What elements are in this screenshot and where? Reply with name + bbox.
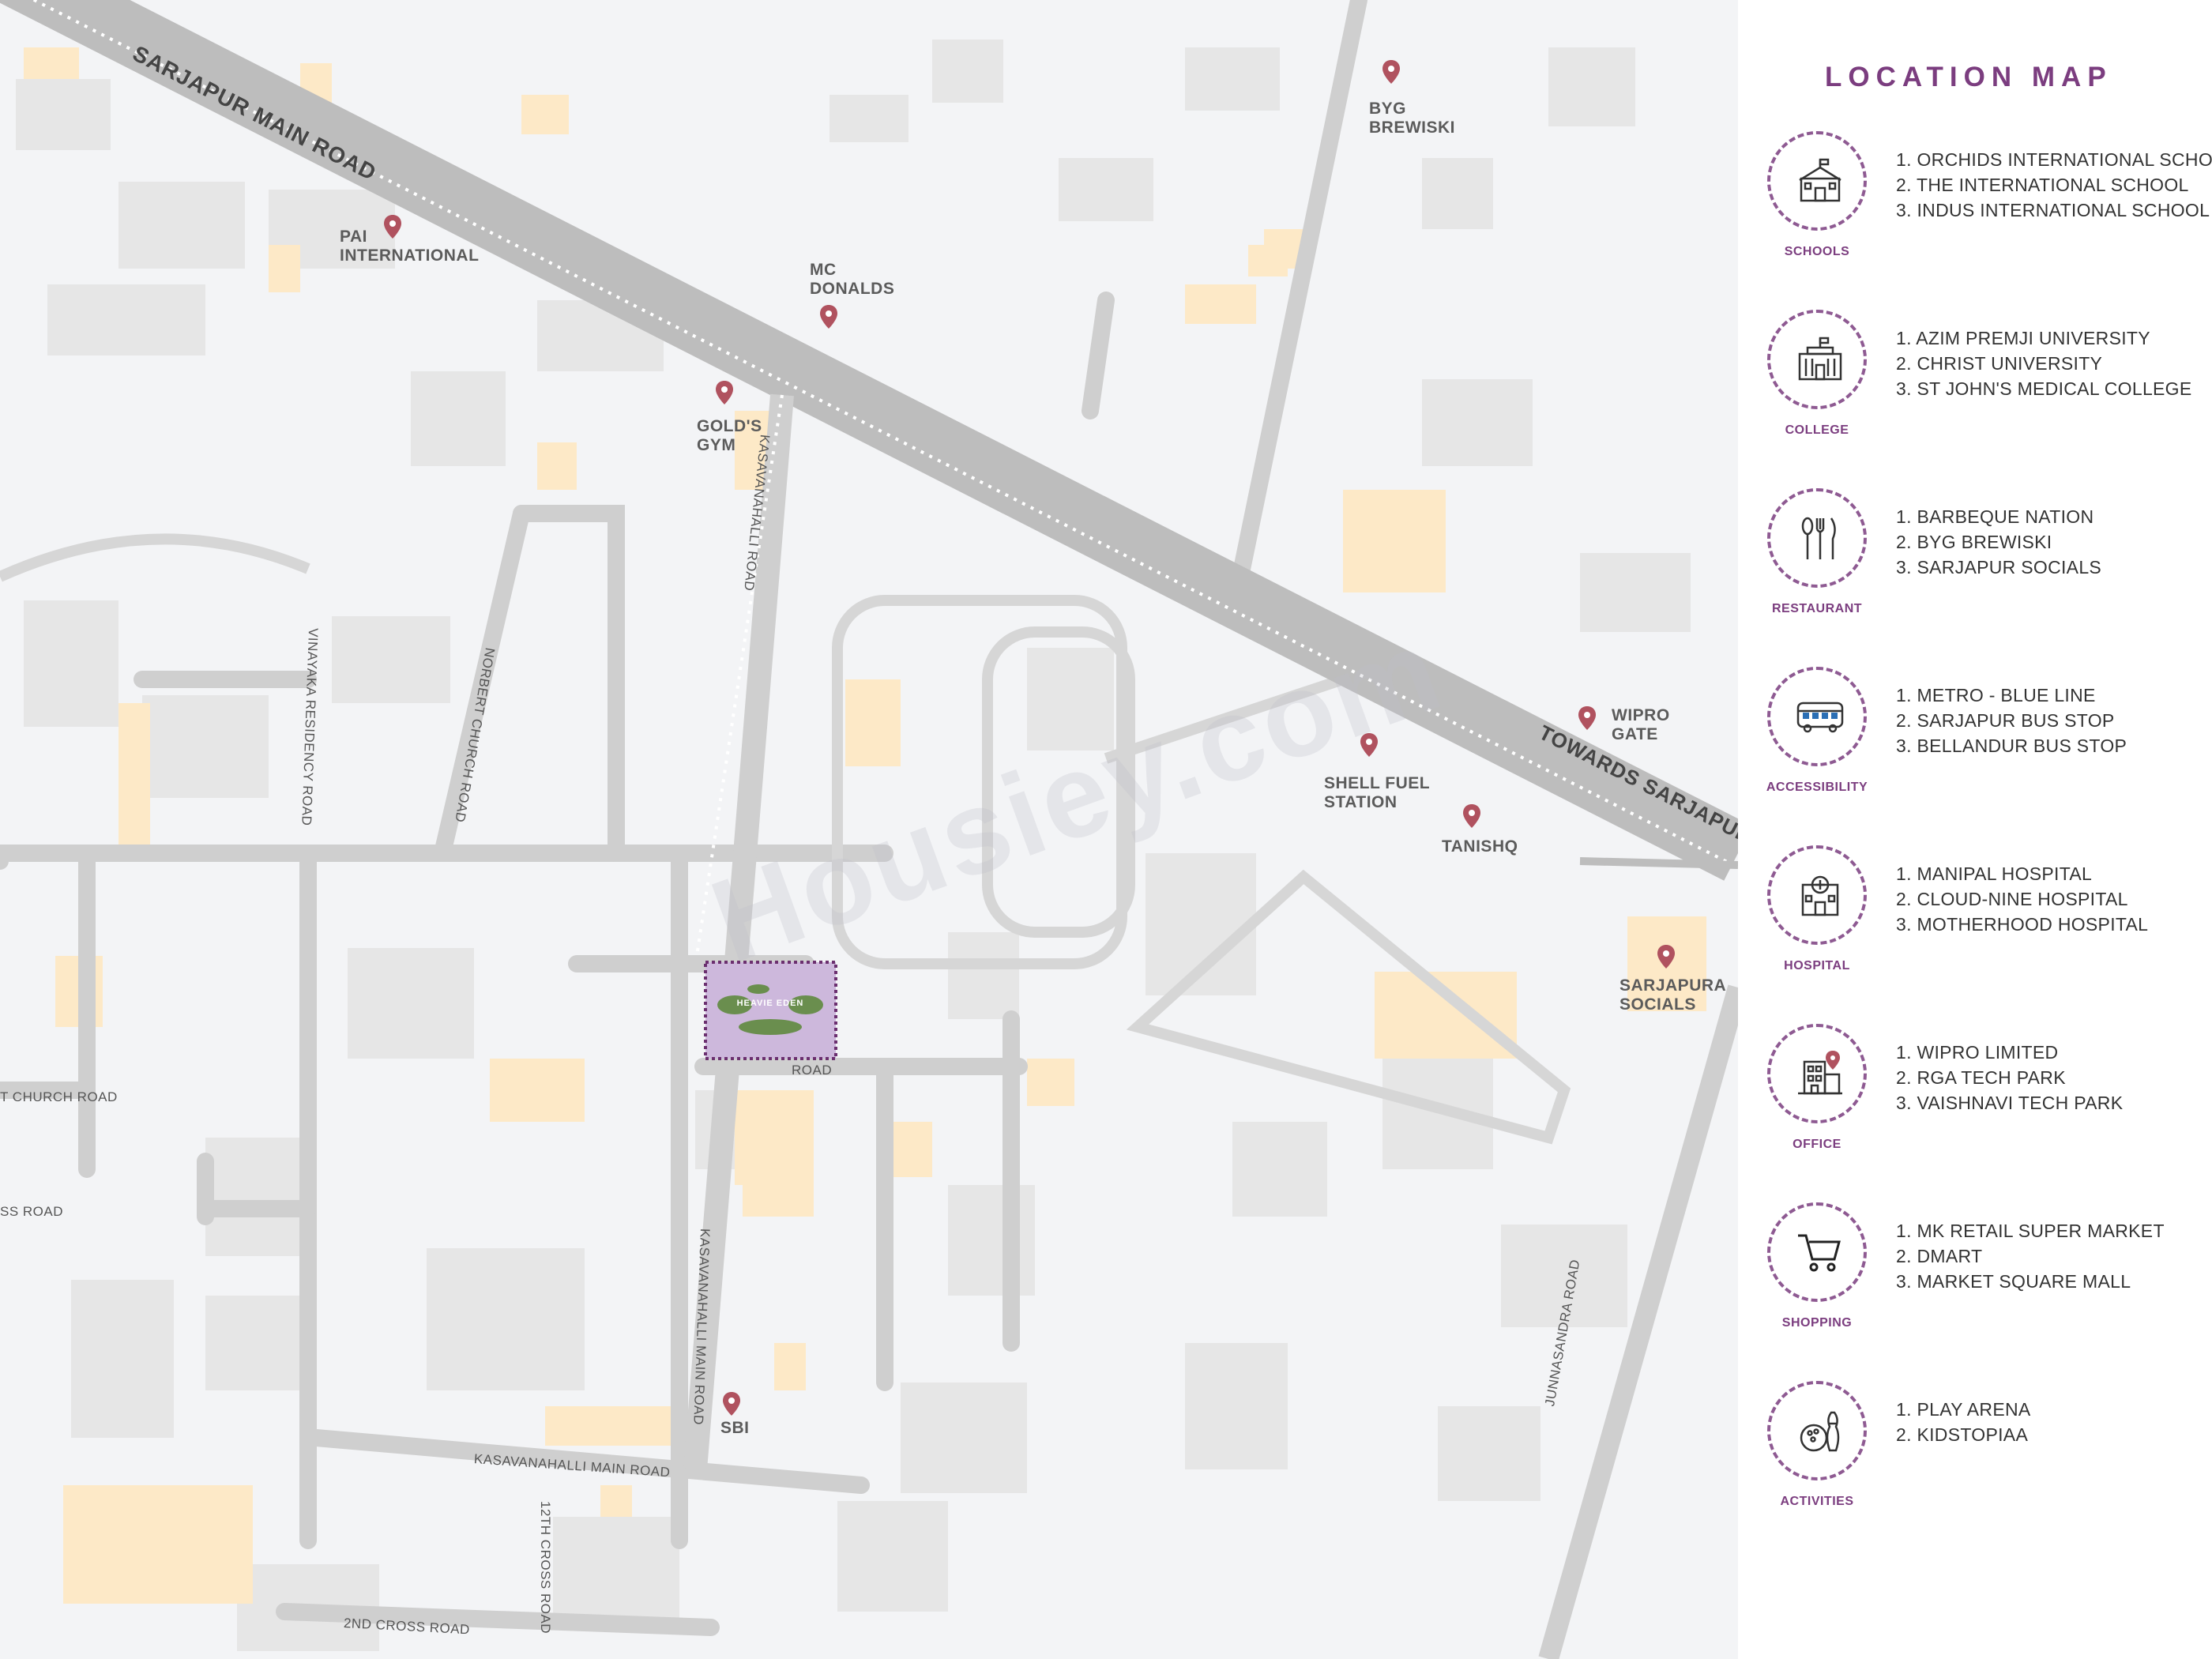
pin-icon[interactable] <box>1578 706 1596 730</box>
cutlery-icon <box>1801 517 1836 559</box>
list-item: 2. KIDSTOPIAA <box>1896 1424 2029 1445</box>
office-icon <box>1798 1051 1842 1095</box>
category-items: 1. PLAY ARENA 2. KIDSTOPIAA <box>1896 1397 2031 1447</box>
landmark-tanishq: TANISHQ <box>1442 837 1518 856</box>
pin-icon[interactable] <box>1360 733 1378 757</box>
list-item: 3. VAISHNAVI TECH PARK <box>1896 1093 2124 1113</box>
list-item: 3. SARJAPUR SOCIALS <box>1896 557 2102 577</box>
list-item: 2. DMART <box>1896 1246 1983 1266</box>
category-schools: SCHOOLS 1. ORCHIDS INTERNATIONAL SCHOOL … <box>1738 131 2212 289</box>
hospital-icon <box>1801 875 1839 916</box>
list-item: 1. ORCHIDS INTERNATIONAL SCHOOL <box>1896 149 2212 170</box>
category-label: OFFICE <box>1793 1138 1841 1151</box>
category-icon-circle <box>1767 310 1867 409</box>
category-items: 1. WIPRO LIMITED 2. RGA TECH PARK 3. VAI… <box>1896 1040 2123 1115</box>
list-item: 2. RGA TECH PARK <box>1896 1067 2066 1088</box>
list-item: 1. PLAY ARENA <box>1896 1399 2031 1420</box>
list-item: 2. CLOUD-NINE HOSPITAL <box>1896 889 2128 909</box>
pin-icon[interactable] <box>1657 945 1675 969</box>
landmark-sbi: SBI <box>720 1419 750 1437</box>
category-office: OFFICE 1. WIPRO LIMITED 2. RGA TECH PARK… <box>1738 1024 2212 1182</box>
category-college: COLLEGE 1. AZIM PREMJI UNIVERSITY 2. CHR… <box>1738 310 2212 468</box>
landmark-byg-brewiski: BYG BREWISKI <box>1369 100 1455 137</box>
list-item: 3. ST JOHN'S MEDICAL COLLEGE <box>1896 378 2192 399</box>
road-label-church: T CHURCH ROAD <box>0 1089 118 1104</box>
list-item: 3. MOTHERHOOD HOSPITAL <box>1896 914 2149 935</box>
category-icon-circle <box>1767 131 1867 231</box>
category-hospital: HOSPITAL 1. MANIPAL HOSPITAL 2. CLOUD-NI… <box>1738 845 2212 1003</box>
landmark-mc-donalds: MC DONALDS <box>810 261 895 298</box>
category-icon-circle <box>1767 1381 1867 1480</box>
category-label: SCHOOLS <box>1784 245 1850 258</box>
list-item: 2. SARJAPUR BUS STOP <box>1896 710 2115 731</box>
category-icon-circle <box>1767 667 1867 766</box>
list-item: 1. WIPRO LIMITED <box>1896 1042 2059 1063</box>
category-label: ACTIVITIES <box>1780 1495 1854 1508</box>
list-item: 2. THE INTERNATIONAL SCHOOL <box>1896 175 2189 195</box>
category-items: 1. AZIM PREMJI UNIVERSITY 2. CHRIST UNIV… <box>1896 325 2192 401</box>
list-item: 1. BARBEQUE NATION <box>1896 506 2094 527</box>
category-activities: ACTIVITIES 1. PLAY ARENA 2. KIDSTOPIAA <box>1738 1381 2212 1539</box>
category-items: 1. METRO - BLUE LINE 2. SARJAPUR BUS STO… <box>1896 683 2127 758</box>
category-icon-circle <box>1767 845 1867 945</box>
category-accessibility: ACCESSIBILITY 1. METRO - BLUE LINE 2. SA… <box>1738 667 2212 825</box>
list-item: 1. MANIPAL HOSPITAL <box>1896 863 2093 884</box>
landmark-sarjapura-socials: SARJAPURA SOCIALS <box>1620 976 1727 1014</box>
bus-icon <box>1796 702 1844 733</box>
list-item: 2. CHRIST UNIVERSITY <box>1896 353 2103 374</box>
list-item: 1. METRO - BLUE LINE <box>1896 685 2096 705</box>
project-label: HEAVIE EDEN <box>736 999 804 1008</box>
pin-icon[interactable] <box>1463 804 1480 828</box>
category-items: 1. MK RETAIL SUPER MARKET 2. DMART 3. MA… <box>1896 1218 2165 1294</box>
pin-icon[interactable] <box>1382 60 1400 84</box>
cart-icon <box>1798 1234 1841 1272</box>
category-restaurant: RESTAURANT 1. BARBEQUE NATION 2. BYG BRE… <box>1738 488 2212 646</box>
road-label-cross: SS ROAD <box>0 1204 64 1219</box>
category-items: 1. MANIPAL HOSPITAL 2. CLOUD-NINE HOSPIT… <box>1896 861 2148 937</box>
landmark-golds-gym: GOLD'S GYM <box>697 417 762 454</box>
category-items: 1. BARBEQUE NATION 2. BYG BREWISKI 3. SA… <box>1896 504 2101 580</box>
list-item: 3. BELLANDUR BUS STOP <box>1896 735 2127 756</box>
list-item: 1. AZIM PREMJI UNIVERSITY <box>1896 328 2150 348</box>
list-item: 2. BYG BREWISKI <box>1896 532 2052 552</box>
category-icon-circle <box>1767 488 1867 588</box>
category-icon-circle <box>1767 1202 1867 1302</box>
pin-icon[interactable] <box>723 1392 740 1416</box>
road-label-road: ROAD <box>792 1063 833 1078</box>
category-label: COLLEGE <box>1785 423 1849 437</box>
category-label: HOSPITAL <box>1784 959 1850 972</box>
list-item: 3. INDUS INTERNATIONAL SCHOOL <box>1896 200 2210 220</box>
landmark-wipro-gate: WIPRO GATE <box>1612 706 1670 743</box>
list-item: 1. MK RETAIL SUPER MARKET <box>1896 1221 2165 1241</box>
bowling-icon <box>1800 1411 1840 1452</box>
road-label-12th-cross: 12TH CROSS ROAD <box>538 1501 553 1635</box>
college-icon <box>1798 337 1842 381</box>
category-label: ACCESSIBILITY <box>1766 781 1868 794</box>
list-item: 3. MARKET SQUARE MALL <box>1896 1271 2131 1292</box>
school-icon <box>1799 158 1841 202</box>
location-map[interactable]: Housiey.com SARJAPUR MAIN ROAD TOWARDS S… <box>0 0 1738 1659</box>
category-label: SHOPPING <box>1781 1316 1853 1330</box>
category-shopping: SHOPPING 1. MK RETAIL SUPER MARKET 2. DM… <box>1738 1202 2212 1360</box>
category-label: RESTAURANT <box>1771 602 1863 615</box>
legend-panel: LOCATION MAP SCHOOLS 1. ORCHIDS INTERNAT… <box>1738 0 2212 1659</box>
category-icon-circle <box>1767 1024 1867 1123</box>
category-items: 1. ORCHIDS INTERNATIONAL SCHOOL 2. THE I… <box>1896 147 2212 223</box>
landmark-shell-fuel-station: SHELL FUEL STATION <box>1324 774 1431 811</box>
pin-icon[interactable] <box>820 305 837 329</box>
legend-title: LOCATION MAP <box>1825 62 2112 92</box>
landmark-pai-international: PAI INTERNATIONAL <box>340 228 480 265</box>
pin-icon[interactable] <box>716 381 733 404</box>
